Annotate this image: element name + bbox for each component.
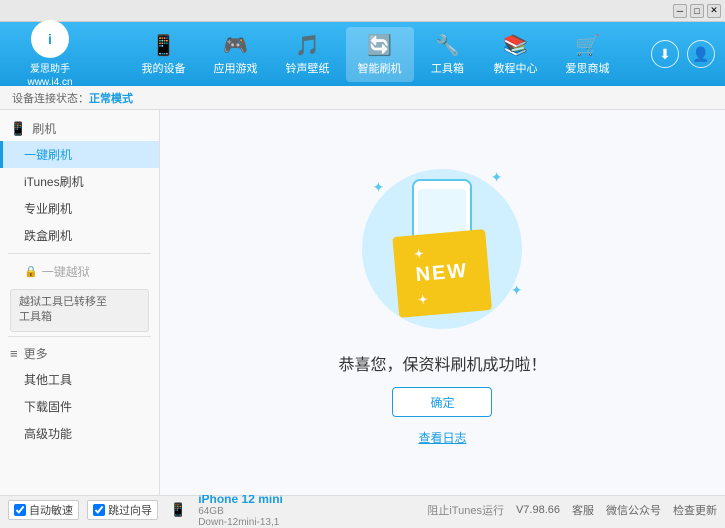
onekey-flash-label: 一键刷机 bbox=[24, 148, 72, 162]
version-label: V7.98.66 bbox=[516, 504, 560, 516]
auto-checkbox[interactable] bbox=[14, 504, 26, 516]
sidebar-flash-header: 📱 刷机 bbox=[0, 116, 159, 141]
lock-icon: 🔒 bbox=[24, 265, 38, 278]
sidebar-divider-2 bbox=[8, 336, 151, 337]
nav-toolbox[interactable]: 🔧 工具箱 bbox=[418, 27, 478, 82]
flash-section-icon: 📱 bbox=[10, 121, 26, 137]
nav-my-device[interactable]: 📱 我的设备 bbox=[130, 27, 198, 82]
sidebar-more-label: 更多 bbox=[24, 345, 48, 362]
sparkle-icon-3: ✦ bbox=[511, 282, 523, 299]
nav-apps[interactable]: 🎮 应用游戏 bbox=[202, 27, 270, 82]
sidebar-more-section: ≡ 更多 其他工具 下载固件 高级功能 bbox=[0, 341, 159, 447]
checkbox-skip[interactable]: 跳过向导 bbox=[87, 500, 158, 520]
wechat-link[interactable]: 微信公众号 bbox=[606, 502, 661, 518]
more-section-icon: ≡ bbox=[10, 346, 18, 361]
nav-right: ⬇ 👤 bbox=[651, 40, 715, 68]
checkbox-auto[interactable]: 自动敏速 bbox=[8, 500, 79, 520]
close-btn[interactable]: ✕ bbox=[707, 4, 721, 18]
bottom-bar: 自动敏速 跳过向导 📱 iPhone 12 mini 64GB Down-12m… bbox=[0, 495, 725, 523]
jailbreak-label: 一键越狱 bbox=[42, 263, 90, 280]
skip-checkbox[interactable] bbox=[93, 504, 105, 516]
logo-name: 爱思助手 bbox=[30, 60, 70, 75]
sidebar-flash-section: 📱 刷机 一键刷机 iTunes刷机 专业刷机 跌盒刷机 bbox=[0, 116, 159, 249]
main-area: 📱 刷机 一键刷机 iTunes刷机 专业刷机 跌盒刷机 🔒 一键越狱 越狱工具… bbox=[0, 110, 725, 495]
toolbox-icon: 🔧 bbox=[435, 33, 460, 58]
sidebar-divider-1 bbox=[8, 253, 151, 254]
ringtone-label: 铃声壁纸 bbox=[286, 60, 330, 76]
my-device-icon: 📱 bbox=[151, 33, 176, 58]
toolbox-label: 工具箱 bbox=[431, 60, 464, 76]
success-panel: ✦ ✦ ✦ NEW 恭喜您，保资料刷机成功啦！ 确定 查看日志 bbox=[338, 159, 546, 446]
device-version: Down-12mini-13,1 bbox=[198, 517, 283, 528]
logo: i 爱思助手 www.i4.cn bbox=[10, 20, 90, 88]
support-link[interactable]: 客服 bbox=[572, 502, 594, 518]
skip-label: 跳过向导 bbox=[108, 502, 152, 518]
confirm-button[interactable]: 确定 bbox=[392, 387, 492, 417]
status-value: 正常模式 bbox=[89, 90, 133, 106]
itunes-flash-label: iTunes刷机 bbox=[24, 175, 84, 189]
itunes-status[interactable]: 阻止iTunes运行 bbox=[427, 502, 504, 518]
top-nav: i 爱思助手 www.i4.cn 📱 我的设备 🎮 应用游戏 🎵 铃声壁纸 🔄 … bbox=[0, 22, 725, 86]
sidebar-jailbreak: 🔒 一键越狱 bbox=[0, 258, 159, 285]
nav-flash[interactable]: 🔄 智能刷机 bbox=[346, 27, 414, 82]
nav-shop[interactable]: 🛒 爱思商城 bbox=[554, 27, 622, 82]
maximize-btn[interactable]: □ bbox=[690, 4, 704, 18]
jailbreak-note-text: 越狱工具已转移至工具箱 bbox=[19, 296, 107, 323]
success-title: 恭喜您，保资料刷机成功啦！ bbox=[338, 351, 546, 375]
user-btn[interactable]: 👤 bbox=[687, 40, 715, 68]
logo-circle: i bbox=[31, 20, 69, 58]
sidebar-advanced[interactable]: 高级功能 bbox=[0, 420, 159, 447]
sparkle-icon-2: ✦ bbox=[491, 169, 503, 186]
ringtone-icon: 🎵 bbox=[295, 33, 320, 58]
sidebar-download-firmware[interactable]: 下载固件 bbox=[0, 393, 159, 420]
sidebar-flash-label: 刷机 bbox=[32, 120, 56, 137]
tutorial-icon: 📚 bbox=[503, 33, 528, 58]
tutorial-label: 教程中心 bbox=[494, 60, 538, 76]
phone-illustration: ✦ ✦ ✦ NEW bbox=[352, 159, 532, 339]
download-firmware-label: 下载固件 bbox=[24, 400, 72, 414]
nav-items: 📱 我的设备 🎮 应用游戏 🎵 铃声壁纸 🔄 智能刷机 🔧 工具箱 📚 教程中心… bbox=[100, 27, 651, 82]
sidebar-pro-flash[interactable]: 专业刷机 bbox=[0, 195, 159, 222]
nav-tutorial[interactable]: 📚 教程中心 bbox=[482, 27, 550, 82]
status-label: 设备连接状态： bbox=[12, 90, 89, 106]
new-badge: NEW bbox=[393, 229, 492, 318]
sidebar-jailbreak-note: 越狱工具已转移至工具箱 bbox=[10, 289, 149, 332]
sidebar-box-flash[interactable]: 跌盒刷机 bbox=[0, 222, 159, 249]
secondary-link[interactable]: 查看日志 bbox=[418, 429, 466, 446]
apps-icon: 🎮 bbox=[223, 33, 248, 58]
content-area: ✦ ✦ ✦ NEW 恭喜您，保资料刷机成功啦！ 确定 查看日志 bbox=[160, 110, 725, 495]
logo-url: www.i4.cn bbox=[27, 77, 72, 88]
flash-label: 智能刷机 bbox=[358, 60, 402, 76]
download-btn[interactable]: ⬇ bbox=[651, 40, 679, 68]
window-controls[interactable]: ─ □ ✕ bbox=[673, 4, 721, 18]
sidebar-more-header: ≡ 更多 bbox=[0, 341, 159, 366]
box-flash-label: 跌盒刷机 bbox=[24, 229, 72, 243]
auto-label: 自动敏速 bbox=[29, 502, 73, 518]
bottom-left: 自动敏速 跳过向导 📱 iPhone 12 mini 64GB Down-12m… bbox=[8, 492, 283, 528]
sidebar-itunes-flash[interactable]: iTunes刷机 bbox=[0, 168, 159, 195]
device-storage: 64GB bbox=[198, 506, 283, 517]
pro-flash-label: 专业刷机 bbox=[24, 202, 72, 216]
sparkle-icon-1: ✦ bbox=[372, 179, 384, 196]
nav-ringtone[interactable]: 🎵 铃声壁纸 bbox=[274, 27, 342, 82]
flash-icon: 🔄 bbox=[367, 33, 392, 58]
sidebar: 📱 刷机 一键刷机 iTunes刷机 专业刷机 跌盒刷机 🔒 一键越狱 越狱工具… bbox=[0, 110, 160, 495]
logo-symbol: i bbox=[48, 31, 52, 47]
shop-icon: 🛒 bbox=[575, 33, 600, 58]
sidebar-onekey-flash[interactable]: 一键刷机 bbox=[0, 141, 159, 168]
other-tools-label: 其他工具 bbox=[24, 373, 72, 387]
apps-label: 应用游戏 bbox=[214, 60, 258, 76]
shop-label: 爱思商城 bbox=[566, 60, 610, 76]
sidebar-other-tools[interactable]: 其他工具 bbox=[0, 366, 159, 393]
bottom-right: 阻止iTunes运行 V7.98.66 客服 微信公众号 检查更新 bbox=[427, 502, 717, 518]
device-info: iPhone 12 mini 64GB Down-12mini-13,1 bbox=[198, 492, 283, 528]
minimize-btn[interactable]: ─ bbox=[673, 4, 687, 18]
device-phone-icon: 📱 bbox=[170, 502, 186, 518]
my-device-label: 我的设备 bbox=[142, 60, 186, 76]
status-bar: 设备连接状态： 正常模式 bbox=[0, 86, 725, 110]
update-link[interactable]: 检查更新 bbox=[673, 502, 717, 518]
title-bar: ─ □ ✕ bbox=[0, 0, 725, 22]
advanced-label: 高级功能 bbox=[24, 427, 72, 441]
